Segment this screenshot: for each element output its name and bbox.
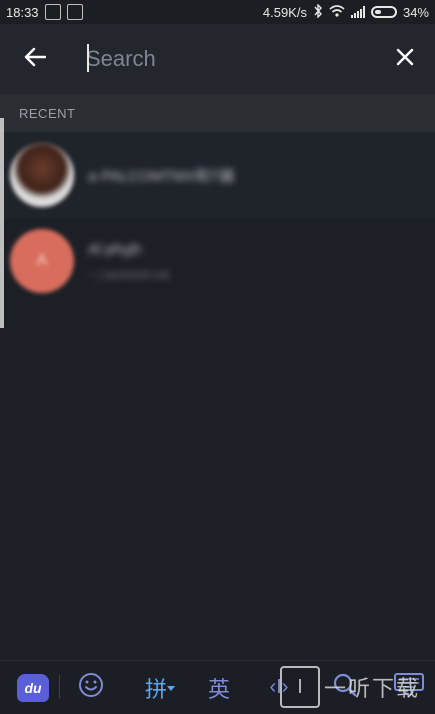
- scroll-edge-indicator: [0, 118, 4, 328]
- avatar-initial: A: [36, 252, 48, 269]
- contact-name: Al phyjh: [88, 240, 142, 258]
- avatar: A: [10, 229, 74, 293]
- search-input[interactable]: [70, 46, 376, 72]
- list-item[interactable]: a·PALCOMTMX和T器: [0, 132, 435, 218]
- notification-sim-icon: [66, 4, 83, 20]
- contact-name: a·PALCOMTMX和T器: [88, 167, 235, 185]
- du-logo-icon: du: [17, 673, 49, 702]
- watermark-glyph: I: [297, 675, 303, 698]
- divider: [59, 675, 60, 699]
- battery-percent: 34%: [402, 4, 429, 20]
- bluetooth-icon: [313, 2, 323, 21]
- pinyin-label: 拼: [144, 676, 167, 702]
- english-label: 英: [207, 676, 230, 702]
- pinyin-mode-button[interactable]: 拼: [140, 661, 180, 714]
- status-time: 18:33: [6, 4, 39, 20]
- watermark-text: 一听下载: [324, 676, 421, 701]
- emoji-button[interactable]: [76, 661, 106, 714]
- network-speed: 4.59K/s: [262, 4, 307, 20]
- text-caret: [87, 44, 89, 72]
- back-button[interactable]: [0, 24, 70, 94]
- baidu-keyboard-logo-button[interactable]: du: [16, 661, 50, 714]
- clear-search-button[interactable]: [375, 24, 435, 94]
- dropdown-triangle-icon: [167, 679, 175, 697]
- search-bar: [0, 24, 435, 94]
- smiley-icon: [78, 672, 104, 703]
- english-mode-button[interactable]: 英: [204, 661, 234, 714]
- wifi-icon: [329, 4, 345, 20]
- list-item[interactable]: A Al phyjh ~ | tanhhh/h k/k: [0, 218, 435, 304]
- du-logo-text: du: [24, 679, 42, 696]
- avatar: [10, 143, 74, 207]
- contact-subtitle: ~ | tanhhh/h k/k: [88, 267, 171, 282]
- watermark-logo: I: [280, 666, 320, 708]
- signal-icon: [350, 6, 365, 18]
- battery-icon: [370, 6, 397, 18]
- arrow-left-icon: [24, 47, 47, 72]
- recent-section-header: RECENT: [0, 94, 435, 132]
- recent-list: a·PALCOMTMX和T器 A Al phyjh ~ | tanhhh/h k…: [0, 132, 435, 304]
- notification-app-icon: [44, 4, 61, 20]
- close-icon: [396, 48, 414, 71]
- watermark: I 一听下载: [280, 666, 420, 708]
- status-bar: 18:33 4.59K/s 34%: [0, 0, 435, 24]
